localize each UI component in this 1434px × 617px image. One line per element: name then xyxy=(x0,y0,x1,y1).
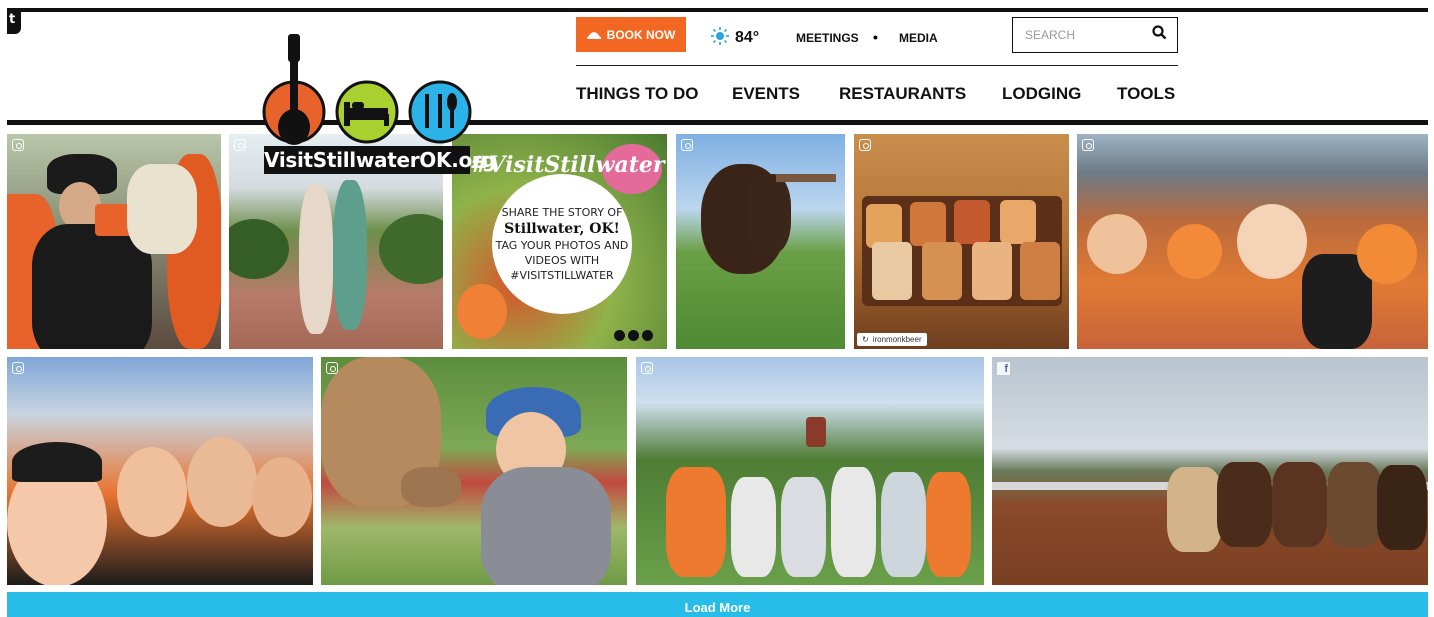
promo-line-4: VIDEOS WITH xyxy=(524,254,600,267)
utility-separator: • xyxy=(873,29,878,45)
bell-icon xyxy=(586,28,601,42)
search-box xyxy=(1012,17,1178,53)
nav-divider xyxy=(576,65,1178,66)
promo-line-2: Stillwater, OK! xyxy=(504,221,620,237)
book-now-label: BOOK NOW xyxy=(606,27,676,42)
header-rule xyxy=(7,120,1428,125)
man-in-cowboy-hat-photo[interactable] xyxy=(7,134,221,349)
weather-widget: 84° xyxy=(711,24,759,52)
promo-circle: SHARE THE STORY OF Stillwater, OK! TAG Y… xyxy=(492,174,632,314)
instagram-icon xyxy=(614,330,625,341)
media-link[interactable]: MEDIA xyxy=(899,31,938,45)
load-more-button[interactable]: Load More xyxy=(7,592,1428,617)
facebook-icon xyxy=(628,330,639,341)
team-with-trophies-photo[interactable] xyxy=(636,357,984,585)
nav-restaurants[interactable]: RESTAURANTS xyxy=(839,84,966,104)
sun-icon xyxy=(711,26,729,50)
site-logo[interactable]: VisitStillwaterOK.org xyxy=(262,32,496,174)
instagram-icon xyxy=(1082,139,1094,151)
attribution-handle: ironmonkbeer xyxy=(872,335,922,344)
woman-feeding-camel-photo[interactable] xyxy=(321,357,627,585)
promo-line-5: #VISITSTILLWATER xyxy=(510,269,614,282)
instagram-icon xyxy=(12,362,24,374)
horse-in-field-photo[interactable] xyxy=(676,134,845,349)
instagram-icon xyxy=(12,139,24,151)
top-rule xyxy=(7,8,1428,12)
repost-icon: ↻ xyxy=(862,335,869,344)
temperature: 84° xyxy=(735,29,760,46)
beer-flight-photo[interactable]: ↻ ironmonkbeer xyxy=(854,134,1069,349)
instagram-icon xyxy=(641,362,653,374)
search-icon[interactable] xyxy=(1152,25,1167,45)
book-now-button[interactable]: BOOK NOW xyxy=(576,17,686,52)
nav-tools[interactable]: TOOLS xyxy=(1117,84,1175,104)
rodeo-riders-photo[interactable]: f xyxy=(992,357,1428,585)
instagram-icon xyxy=(681,139,693,151)
nav-things-to-do[interactable]: THINGS TO DO xyxy=(576,84,698,104)
nav-events[interactable]: EVENTS xyxy=(732,84,800,104)
promo-social-icons xyxy=(614,330,653,341)
marching-band-selfie-photo[interactable] xyxy=(7,357,313,585)
promo-line-3: TAG YOUR PHOTOS AND xyxy=(495,239,629,252)
stadium-crowd-photo[interactable] xyxy=(1077,134,1428,349)
corner-tab[interactable]: t xyxy=(7,12,21,34)
nav-lodging[interactable]: LODGING xyxy=(1002,84,1081,104)
logo-text: VisitStillwaterOK.org xyxy=(264,146,496,174)
search-input[interactable] xyxy=(1025,28,1145,42)
instagram-icon xyxy=(859,139,871,151)
instagram-icon xyxy=(326,362,338,374)
instagram-icon xyxy=(234,139,246,151)
page: t BOOK NOW 84° MEETINGS • MEDIA SEARCH T… xyxy=(0,0,1434,617)
photo-attribution: ↻ ironmonkbeer xyxy=(857,333,927,346)
promo-line-1: SHARE THE STORY OF xyxy=(501,206,623,219)
twitter-icon xyxy=(642,330,653,341)
meetings-link[interactable]: MEETINGS xyxy=(796,31,859,45)
facebook-icon: f xyxy=(997,362,1010,375)
